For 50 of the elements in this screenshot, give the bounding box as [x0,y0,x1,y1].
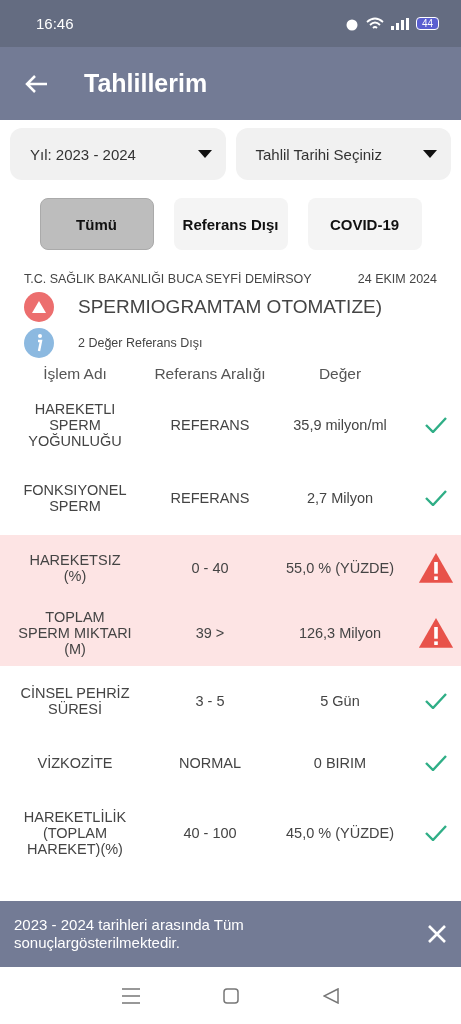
test-name: VİZKOZİTE [36,754,114,771]
info-icon [24,328,54,358]
reference-range: NORMAL [177,754,242,771]
warning-icon [417,551,454,584]
home-icon[interactable] [223,987,240,1004]
result-value: 0 BIRIM [312,754,368,771]
test-name: TOPLAM SPERM MIKTARI (M) [17,609,133,657]
result-value: 2,7 Milyon [305,489,375,506]
test-name: HAREKETLİLİK (TOPLAM HAREKET)(%) [22,808,128,857]
lab-name: T.C. SAĞLIK BAKANLIĞI BUCA SEYFİ DEMİRSOY [24,272,312,286]
dropdown[interactable]: Tahlil Tarihi Seçiniz [235,128,451,180]
column-header: Referans Aralığı [153,365,267,383]
result-value: 35,9 milyon/ml [292,417,388,433]
column-header: İşlem Adı [42,365,108,383]
reference-range: REFERANS [169,417,251,433]
column-header: Değer [317,365,363,383]
test-name: HAREKETSIZ (%) [28,551,122,584]
filter-tab[interactable]: Tümü [39,198,154,250]
wifi-icon [365,16,384,31]
battery-level: 44 [415,17,439,30]
close-button[interactable] [427,924,447,944]
status-time: 16:46 [36,15,74,32]
filter-tab[interactable]: COVID-19 [307,198,422,250]
test-name: CİNSEL PEHRİZ SÜRESİ [19,684,131,717]
dropdown[interactable]: Yıl: 2023 - 2024 [10,128,226,180]
reference-range: 3 - 5 [194,692,226,709]
result-value: 5 Gün [319,692,361,709]
result-value: 126,3 Milyon [297,625,383,641]
reference-range: 0 - 40 [190,559,230,576]
result-value: 45,0 % (YÜZDE) [285,824,395,841]
reference-range: 39 > [194,625,226,641]
reference-range: 40 - 100 [182,824,238,841]
caret-icon [197,150,212,158]
signal-icon [390,17,409,30]
test-name: HAREKETLI SPERM YOĞUNLUĞU [27,401,123,449]
back-arrow-icon[interactable] [24,73,48,94]
back-icon[interactable] [323,987,340,1004]
filter-tab[interactable]: Referans Dışı [173,198,288,250]
warning-icon [417,617,454,649]
test-date: 24 EKIM 2024 [357,272,437,286]
caret-icon [423,150,437,158]
summary-text: 2 Değer Referans Dışı [78,336,203,350]
test-name: FONKSIYONEL SPERM [22,481,128,514]
warning-icon [24,292,54,322]
result-value: 55,0 % (YÜZDE) [285,559,395,576]
reference-range: REFERANS [169,489,251,506]
snackbar-message: 2023 - 2024 tarihleri arasında Tüm sonuçlargösterilmektedir. [14,916,245,952]
test-title: SPERMIOGRAMTAM OTOMATIZE) [78,296,382,318]
menu-icon[interactable] [121,987,140,1004]
page-title: Tahlillerim [84,69,208,98]
